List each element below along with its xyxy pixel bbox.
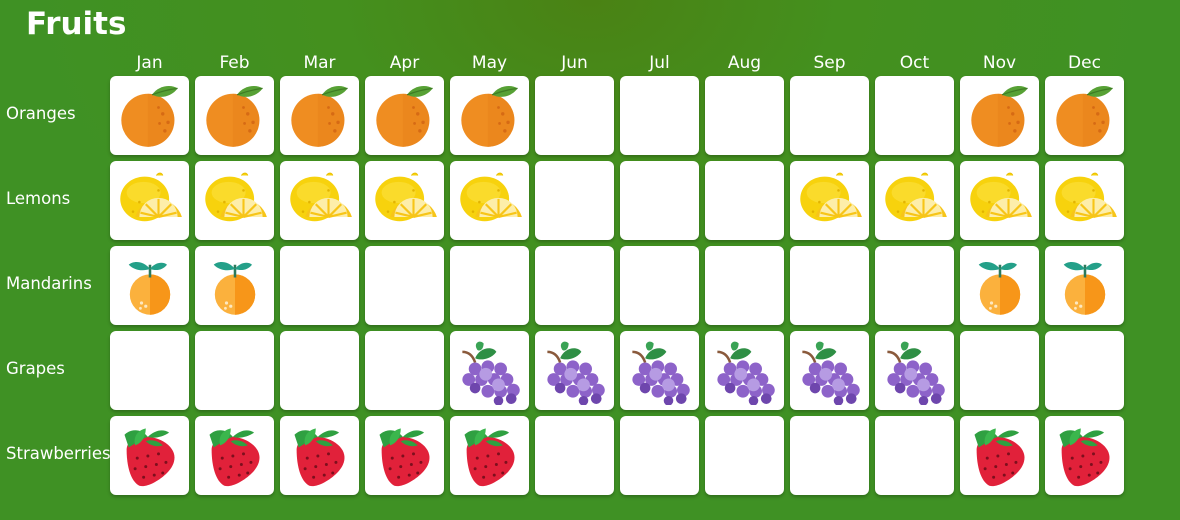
cell-mandarins-feb[interactable] xyxy=(195,246,274,325)
lemon-icon xyxy=(966,167,1034,235)
cell-lemons-may[interactable] xyxy=(450,161,529,240)
lemon-icon xyxy=(1051,167,1119,235)
cell-lemons-mar[interactable] xyxy=(280,161,359,240)
mandarin-icon xyxy=(116,252,184,320)
lemon-icon xyxy=(371,167,439,235)
cell-lemons-sep[interactable] xyxy=(790,161,869,240)
cell-lemons-dec[interactable] xyxy=(1045,161,1124,240)
strawberry-icon xyxy=(116,422,184,490)
cell-grapes-sep[interactable] xyxy=(790,331,869,410)
cell-lemons-jun[interactable] xyxy=(535,161,614,240)
cell-oranges-feb[interactable] xyxy=(195,76,274,155)
cell-grapes-dec[interactable] xyxy=(1045,331,1124,410)
strawberry-icon xyxy=(966,422,1034,490)
cell-grapes-feb[interactable] xyxy=(195,331,274,410)
cell-oranges-nov[interactable] xyxy=(960,76,1039,155)
fruit-label-mandarins: Mandarins xyxy=(6,274,92,293)
fruit-label-grapes: Grapes xyxy=(6,359,65,378)
cell-grapes-nov[interactable] xyxy=(960,331,1039,410)
cell-oranges-jul[interactable] xyxy=(620,76,699,155)
cell-oranges-jun[interactable] xyxy=(535,76,614,155)
cell-mandarins-apr[interactable] xyxy=(365,246,444,325)
orange-icon xyxy=(371,82,439,150)
strawberry-icon xyxy=(201,422,269,490)
grapes-icon xyxy=(796,337,864,405)
orange-icon xyxy=(966,82,1034,150)
fruit-label-lemons: Lemons xyxy=(6,189,71,208)
cell-oranges-may[interactable] xyxy=(450,76,529,155)
fruit-calendar-grid: Oranges Lemons Mandarins Grapes Strawber… xyxy=(0,0,1180,520)
cell-mandarins-sep[interactable] xyxy=(790,246,869,325)
cell-mandarins-mar[interactable] xyxy=(280,246,359,325)
cell-grapes-oct[interactable] xyxy=(875,331,954,410)
grapes-icon xyxy=(456,337,524,405)
fruit-label-oranges: Oranges xyxy=(6,104,76,123)
cell-mandarins-dec[interactable] xyxy=(1045,246,1124,325)
cell-oranges-dec[interactable] xyxy=(1045,76,1124,155)
strawberry-icon xyxy=(371,422,439,490)
cell-oranges-sep[interactable] xyxy=(790,76,869,155)
cell-mandarins-nov[interactable] xyxy=(960,246,1039,325)
cell-strawberries-oct[interactable] xyxy=(875,416,954,495)
cell-oranges-aug[interactable] xyxy=(705,76,784,155)
cell-mandarins-oct[interactable] xyxy=(875,246,954,325)
cell-oranges-jan[interactable] xyxy=(110,76,189,155)
cell-mandarins-aug[interactable] xyxy=(705,246,784,325)
cell-strawberries-dec[interactable] xyxy=(1045,416,1124,495)
lemon-icon xyxy=(456,167,524,235)
grapes-icon xyxy=(626,337,694,405)
lemon-icon xyxy=(116,167,184,235)
cell-strawberries-jan[interactable] xyxy=(110,416,189,495)
cell-lemons-feb[interactable] xyxy=(195,161,274,240)
cell-grapes-jan[interactable] xyxy=(110,331,189,410)
lemon-icon xyxy=(201,167,269,235)
mandarin-icon xyxy=(1051,252,1119,320)
strawberry-icon xyxy=(456,422,524,490)
cell-lemons-apr[interactable] xyxy=(365,161,444,240)
orange-icon xyxy=(201,82,269,150)
cell-lemons-jan[interactable] xyxy=(110,161,189,240)
cell-strawberries-nov[interactable] xyxy=(960,416,1039,495)
grapes-icon xyxy=(711,337,779,405)
grapes-icon xyxy=(541,337,609,405)
cell-oranges-mar[interactable] xyxy=(280,76,359,155)
orange-icon xyxy=(456,82,524,150)
cell-strawberries-jul[interactable] xyxy=(620,416,699,495)
lemon-icon xyxy=(796,167,864,235)
cell-oranges-apr[interactable] xyxy=(365,76,444,155)
cell-strawberries-apr[interactable] xyxy=(365,416,444,495)
cell-lemons-aug[interactable] xyxy=(705,161,784,240)
cell-grapes-apr[interactable] xyxy=(365,331,444,410)
cell-grapes-may[interactable] xyxy=(450,331,529,410)
lemon-icon xyxy=(286,167,354,235)
strawberry-icon xyxy=(1051,422,1119,490)
cell-lemons-oct[interactable] xyxy=(875,161,954,240)
cell-strawberries-sep[interactable] xyxy=(790,416,869,495)
lemon-icon xyxy=(881,167,949,235)
cell-strawberries-mar[interactable] xyxy=(280,416,359,495)
mandarin-icon xyxy=(966,252,1034,320)
cell-lemons-jul[interactable] xyxy=(620,161,699,240)
cell-grapes-mar[interactable] xyxy=(280,331,359,410)
strawberry-icon xyxy=(286,422,354,490)
orange-icon xyxy=(1051,82,1119,150)
cell-mandarins-jan[interactable] xyxy=(110,246,189,325)
grapes-icon xyxy=(881,337,949,405)
cell-strawberries-jun[interactable] xyxy=(535,416,614,495)
orange-icon xyxy=(116,82,184,150)
cell-grapes-jun[interactable] xyxy=(535,331,614,410)
cell-lemons-nov[interactable] xyxy=(960,161,1039,240)
cell-grapes-jul[interactable] xyxy=(620,331,699,410)
cell-mandarins-jun[interactable] xyxy=(535,246,614,325)
cell-strawberries-may[interactable] xyxy=(450,416,529,495)
cell-mandarins-may[interactable] xyxy=(450,246,529,325)
cell-mandarins-jul[interactable] xyxy=(620,246,699,325)
cell-grapes-aug[interactable] xyxy=(705,331,784,410)
orange-icon xyxy=(286,82,354,150)
cell-strawberries-aug[interactable] xyxy=(705,416,784,495)
mandarin-icon xyxy=(201,252,269,320)
cell-strawberries-feb[interactable] xyxy=(195,416,274,495)
cell-oranges-oct[interactable] xyxy=(875,76,954,155)
fruit-label-strawberries: Strawberries xyxy=(6,444,111,463)
